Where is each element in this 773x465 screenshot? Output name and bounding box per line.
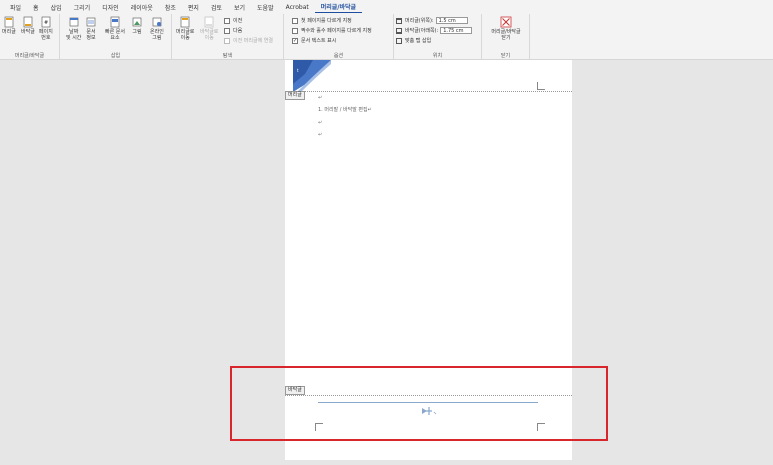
group-close-label: 닫기 <box>500 53 511 59</box>
previous-button[interactable]: 이전 <box>224 17 242 24</box>
quick-parts-label: 빠른 문서 요소 <box>105 29 125 41</box>
footer-icon <box>23 16 33 28</box>
calendar-icon <box>69 17 79 27</box>
picture-icon <box>132 17 142 27</box>
goto-header-label: 머리글로 이동 <box>176 29 195 41</box>
online-picture-label: 온라인 그림 <box>150 29 164 41</box>
odd-even-different-checkbox[interactable]: 짝수와 홀수 페이지를 다르게 지정 <box>292 27 372 34</box>
header-position-field[interactable]: 머리글(위쪽): 1.5 cm <box>396 17 468 24</box>
align-tab-icon <box>396 37 402 44</box>
tab-view[interactable]: 보기 <box>228 3 251 12</box>
footer-button[interactable]: 바닥글 <box>21 16 35 35</box>
footer-position-field[interactable]: 바닥글(아래쪽): 1.75 cm <box>396 27 473 34</box>
header-position-icon <box>396 17 402 24</box>
close-header-footer-button[interactable]: 머리글/바닥글 닫기 <box>486 16 526 41</box>
next-button[interactable]: 다음 <box>224 27 242 34</box>
group-insert-label: 삽입 <box>110 53 121 59</box>
checkbox-checked: ✓ <box>292 37 298 44</box>
footer-highlight-box <box>230 366 608 441</box>
doc-info-button[interactable]: 문서 정보 <box>86 16 96 41</box>
first-page-different-checkbox[interactable]: 첫 페이지를 다르게 지정 <box>292 17 352 24</box>
header-button[interactable]: 머리글 <box>2 16 16 35</box>
body-paragraph[interactable]: 1. 머리말 / 바닥말 편집↵ <box>318 106 372 113</box>
body-paragraph[interactable]: ↵ <box>318 132 322 138</box>
svg-text:#: # <box>44 20 48 26</box>
date-time-label: 날짜 및 시간 <box>66 29 82 41</box>
ribbon: 머리글 바닥글 # 페이지 번호 머리글/바닥글 날짜 및 시간 문서 정보 빠… <box>0 14 773 60</box>
picture-button[interactable]: 그림 <box>132 16 142 35</box>
online-picture-icon <box>152 17 162 27</box>
previous-icon <box>224 17 230 24</box>
group-insert: 날짜 및 시간 문서 정보 빠른 문서 요소 그림 온라인 그림 삽입 <box>60 14 172 60</box>
next-icon <box>224 27 230 34</box>
group-header-footer: 머리글 바닥글 # 페이지 번호 머리글/바닥글 <box>0 14 60 60</box>
show-text-label: 문서 텍스트 표시 <box>301 38 337 44</box>
tab-mailings[interactable]: 편지 <box>182 3 205 12</box>
goto-header-icon <box>180 16 190 28</box>
header-banner-image: t <box>293 60 331 92</box>
tab-help[interactable]: 도움말 <box>251 3 280 12</box>
header-zone-label: 머리글 <box>285 91 305 100</box>
online-picture-button[interactable]: 온라인 그림 <box>150 16 164 41</box>
first-page-label: 첫 페이지를 다르게 지정 <box>301 18 352 24</box>
footer-button-label: 바닥글 <box>21 29 35 35</box>
align-tab-label: 맞춤 탭 삽입 <box>405 38 432 44</box>
tab-references[interactable]: 참조 <box>159 3 182 12</box>
body-paragraph[interactable]: ↵ <box>318 95 322 101</box>
checkbox-unchecked <box>292 17 298 24</box>
tab-header-footer[interactable]: 머리글/바닥글 <box>314 2 363 13</box>
ribbon-tab-bar: 파일 홈 삽입 그리기 디자인 레이아웃 참조 편지 검토 보기 도움말 Acr… <box>0 0 773 14</box>
doc-info-icon <box>86 17 96 27</box>
tab-acrobat[interactable]: Acrobat <box>280 4 315 11</box>
header-position-input[interactable]: 1.5 cm <box>435 17 468 24</box>
group-close: 머리글/바닥글 닫기 닫기 <box>482 14 530 60</box>
page-number-label: 페이지 번호 <box>39 29 53 41</box>
body-paragraph[interactable]: ↵ <box>318 120 322 126</box>
previous-label: 이전 <box>233 18 243 24</box>
picture-label: 그림 <box>132 29 142 35</box>
link-to-previous-label: 이전 머리글에 연결 <box>233 38 273 44</box>
group-options: 첫 페이지를 다르게 지정 짝수와 홀수 페이지를 다르게 지정 ✓ 문서 텍스… <box>284 14 394 60</box>
link-icon <box>224 37 230 44</box>
group-position-label: 위치 <box>432 53 443 59</box>
group-options-label: 옵션 <box>333 53 344 59</box>
tab-design[interactable]: 디자인 <box>96 3 125 12</box>
header-position-label: 머리글(위쪽): <box>405 18 434 24</box>
page-number-button[interactable]: # 페이지 번호 <box>39 16 53 41</box>
goto-footer-label: 바닥글로 이동 <box>200 29 219 41</box>
goto-footer-button[interactable]: 바닥글로 이동 <box>200 16 218 41</box>
tab-draw[interactable]: 그리기 <box>68 3 97 12</box>
header-button-label: 머리글 <box>2 29 16 35</box>
group-header-footer-label: 머리글/바닥글 <box>14 53 45 59</box>
next-label: 다음 <box>233 28 243 34</box>
tab-insert[interactable]: 삽입 <box>45 3 68 12</box>
link-to-previous-button[interactable]: 이전 머리글에 연결 <box>224 37 273 44</box>
footer-position-label: 바닥글(아래쪽): <box>405 28 439 34</box>
odd-even-label: 짝수와 홀수 페이지를 다르게 지정 <box>301 28 372 34</box>
goto-footer-icon <box>204 16 214 28</box>
footer-position-icon <box>396 27 402 34</box>
group-position: 머리글(위쪽): 1.5 cm 바닥글(아래쪽): 1.75 cm 맞춤 탭 삽… <box>394 14 482 60</box>
show-document-text-checkbox[interactable]: ✓ 문서 텍스트 표시 <box>292 37 336 44</box>
page-number-icon: # <box>41 16 51 28</box>
goto-header-button[interactable]: 머리글로 이동 <box>176 16 194 41</box>
insert-align-tab-button[interactable]: 맞춤 탭 삽입 <box>396 37 431 44</box>
group-navigation: 머리글로 이동 바닥글로 이동 이전 다음 이전 머리글에 연결 탐색 <box>172 14 284 60</box>
tab-home[interactable]: 홈 <box>27 3 45 12</box>
header-margin-mark <box>537 82 545 90</box>
footer-position-input[interactable]: 1.75 cm <box>440 27 473 34</box>
close-header-footer-label: 머리글/바닥글 닫기 <box>491 29 521 41</box>
date-time-button[interactable]: 날짜 및 시간 <box>66 16 81 41</box>
quick-parts-button[interactable]: 빠른 문서 요소 <box>105 16 125 41</box>
tab-layout[interactable]: 레이아웃 <box>125 3 159 12</box>
header-boundary <box>285 91 572 92</box>
tab-review[interactable]: 검토 <box>205 3 228 12</box>
tab-file[interactable]: 파일 <box>4 3 27 12</box>
quick-parts-icon <box>110 16 120 28</box>
header-icon <box>4 16 14 28</box>
group-navigation-label: 탐색 <box>222 53 233 59</box>
close-icon <box>500 16 512 28</box>
doc-info-label: 문서 정보 <box>86 29 96 41</box>
checkbox-unchecked <box>292 27 298 34</box>
